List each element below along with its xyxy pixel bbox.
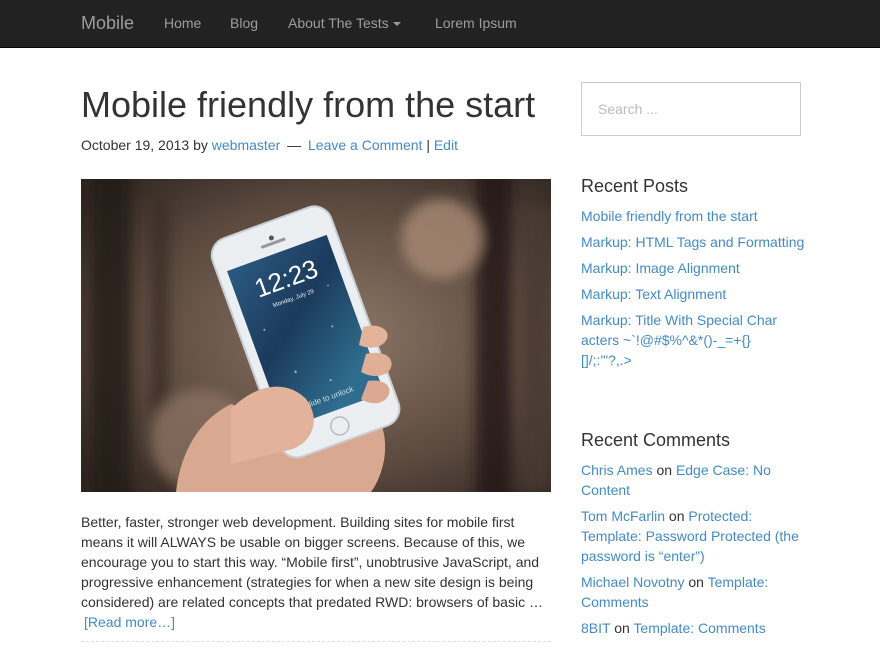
nav-item-home[interactable]: Home xyxy=(164,15,201,31)
nav-item-about-the-tests[interactable]: About The Tests xyxy=(288,15,401,31)
comment-on-label: on xyxy=(668,508,685,524)
featured-image[interactable]: 12:23 Monday, July 29 slide to unlock xyxy=(81,179,551,492)
brand-link[interactable]: Mobile xyxy=(81,13,134,34)
recent-post-link[interactable]: Mobile friendly from the start xyxy=(581,208,758,224)
comment-author-link[interactable]: Michael Novotny xyxy=(581,574,685,590)
list-item: Markup: Title With Special Characters ~`… xyxy=(581,310,781,370)
list-item: Tom McFarlin on Protected: Template: Pas… xyxy=(581,506,806,566)
comment-on-label: on xyxy=(614,620,630,636)
list-item: Markup: HTML Tags and Formatting xyxy=(581,232,806,252)
caret-down-icon xyxy=(392,22,401,27)
nav-item-about-label: About The Tests xyxy=(288,15,389,31)
list-item: Mobile friendly from the start xyxy=(581,206,806,226)
comment-on-label: on xyxy=(656,462,673,478)
recent-post-link[interactable]: Markup: Text Alignment xyxy=(581,286,726,302)
post-by: by xyxy=(193,137,208,153)
comment-on-label: on xyxy=(688,574,704,590)
recent-post-link[interactable]: Markup: Image Alignment xyxy=(581,260,740,276)
list-item: Markup: Text Alignment xyxy=(581,284,806,304)
recent-post-link[interactable]: Markup: HTML Tags and Formatting xyxy=(581,234,804,250)
recent-posts-list: Mobile friendly from the start Markup: H… xyxy=(581,206,806,376)
recent-post-link[interactable]: Markup: Title With Special Characters ~`… xyxy=(581,312,777,368)
post-divider xyxy=(81,641,551,642)
list-item: Chris Ames on Edge Case: No Content xyxy=(581,460,806,500)
edit-link[interactable]: Edit xyxy=(434,137,458,153)
nav-item-blog[interactable]: Blog xyxy=(230,15,258,31)
phone-in-hand-illustration: 12:23 Monday, July 29 slide to unlock xyxy=(81,179,551,492)
comment-post-link[interactable]: Template: Comments xyxy=(633,620,765,636)
post-excerpt-text: Better, faster, stronger web development… xyxy=(81,514,543,610)
post-date: October 19, 2013 xyxy=(81,137,190,153)
search-input[interactable] xyxy=(581,82,801,136)
recent-comments-heading: Recent Comments xyxy=(581,430,731,450)
post-meta: October 19, 2013 by webmaster — Leave a … xyxy=(81,137,458,153)
read-more-link[interactable]: [Read more…] xyxy=(84,614,175,630)
top-navbar: Mobile Home Blog About The Tests Lorem I… xyxy=(0,0,880,48)
post-author-link[interactable]: webmaster xyxy=(212,137,280,153)
comment-author-link[interactable]: Tom McFarlin xyxy=(581,508,665,524)
list-item: Michael Novotny on Template: Comments xyxy=(581,572,806,612)
post-title[interactable]: Mobile friendly from the start xyxy=(81,84,535,126)
nav-item-lorem-ipsum[interactable]: Lorem Ipsum xyxy=(435,15,517,31)
recent-comments-list: Chris Ames on Edge Case: No Content Tom … xyxy=(581,460,806,644)
meta-separator: | xyxy=(426,137,430,153)
comment-author-link[interactable]: 8BIT xyxy=(581,620,610,636)
post-excerpt: Better, faster, stronger web development… xyxy=(81,512,556,632)
list-item: 8BIT on Template: Comments xyxy=(581,618,806,638)
list-item: Markup: Image Alignment xyxy=(581,258,806,278)
meta-dash: — xyxy=(287,137,302,153)
leave-comment-link[interactable]: Leave a Comment xyxy=(308,137,422,153)
comment-author-link[interactable]: Chris Ames xyxy=(581,462,653,478)
recent-posts-heading: Recent Posts xyxy=(581,176,689,196)
